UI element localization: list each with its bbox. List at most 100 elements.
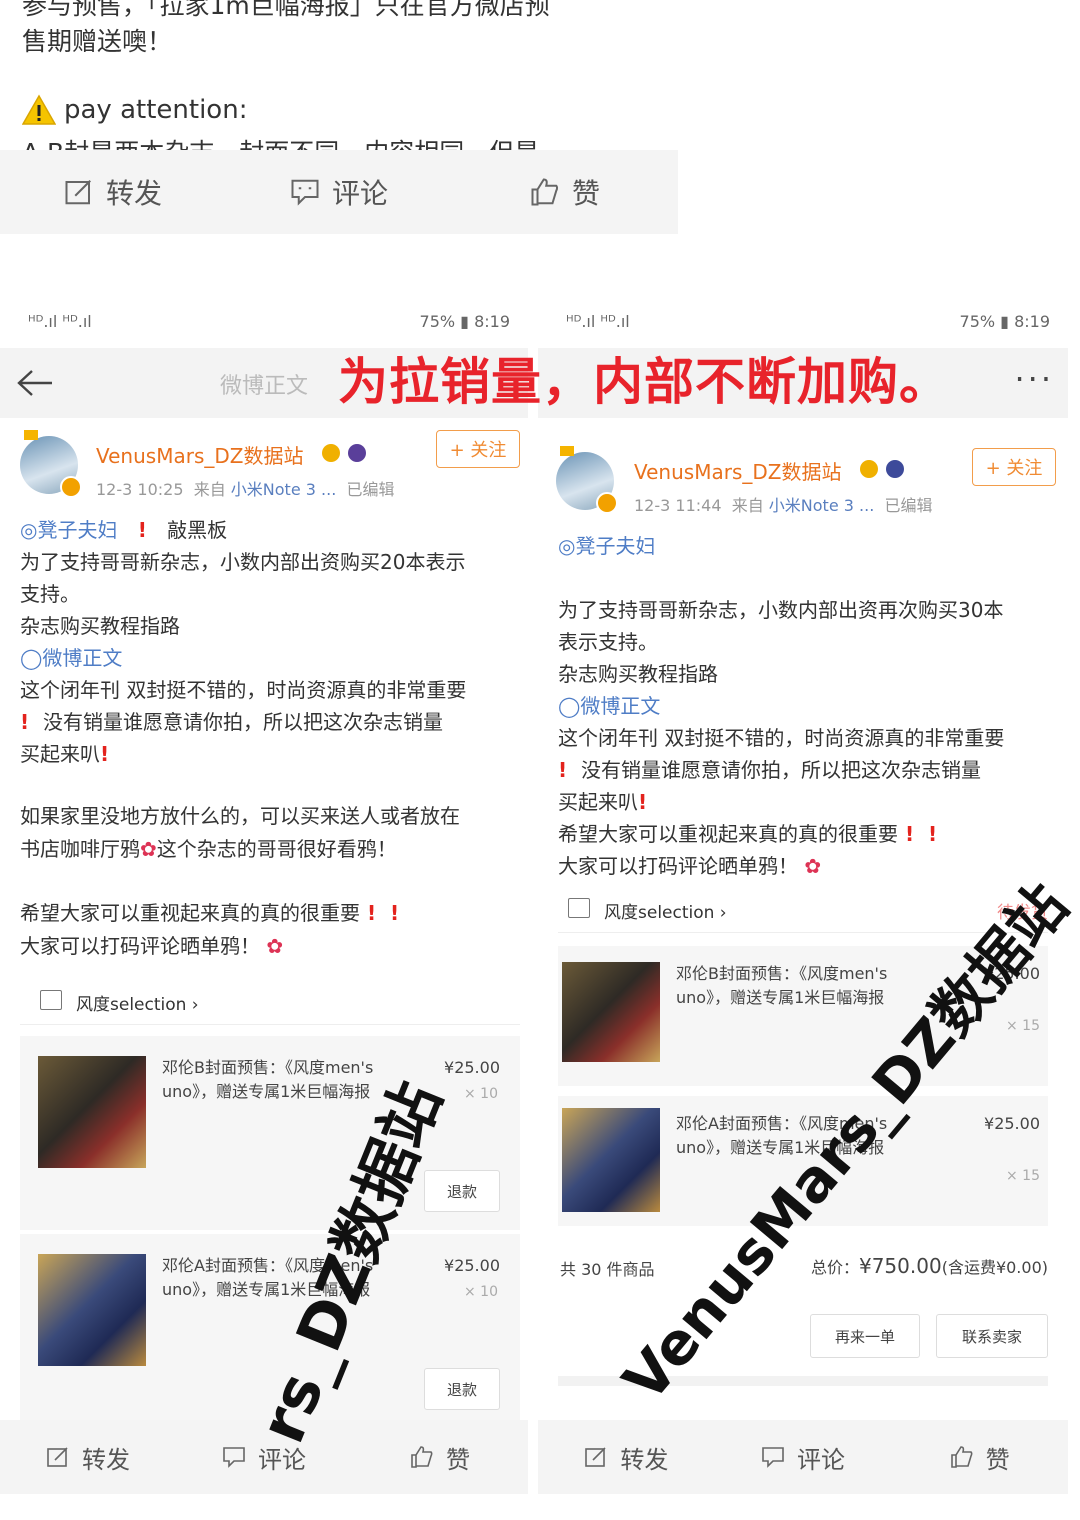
post-body-line: 这个闭年刊 双封挺不错的，时尚资源真的非常重要 <box>558 726 1005 750</box>
post-body-line: 大家可以打码评论晒单鸦！ ✿ <box>20 930 283 959</box>
post-body-line: ! 没有销量谁愿意请你拍，所以把这次杂志销量 <box>558 758 982 782</box>
product-qty: × 10 <box>464 1284 498 1300</box>
comment-button[interactable]: 评论 <box>715 1420 892 1494</box>
total-value: ¥750.00 <box>858 1254 942 1278</box>
post-body-line: 为了支持哥哥新杂志，小数内部出资购买20本表示 <box>20 550 466 574</box>
product-qty: × 15 <box>1006 1018 1040 1034</box>
comment-icon <box>762 1447 784 1468</box>
contact-seller-button[interactable]: 联系卖家 <box>936 1314 1048 1358</box>
product-image <box>38 1254 146 1366</box>
total-note: (含运费¥0.00) <box>941 1258 1048 1277</box>
post-body-text: 买起来叭 <box>20 742 100 766</box>
buy-again-button[interactable]: 再来一单 <box>810 1314 920 1358</box>
signal-indicator: ᴴᴰ.ıl ᴴᴰ.ıl <box>566 312 630 331</box>
post-time: 12-3 10:25 <box>96 480 184 499</box>
like-label: 赞 <box>446 1445 470 1474</box>
shop-name: 风度selection › <box>76 995 199 1015</box>
post-body-text: 希望大家可以重视起来真的真的很重要 <box>558 822 898 846</box>
vip-icon <box>860 460 878 478</box>
repost-button[interactable]: 转发 <box>0 1420 176 1494</box>
post-source[interactable]: 小米Note 3 ... <box>231 480 337 499</box>
red-annotation: 为拉销量，内部不断加购。 <box>338 353 950 411</box>
username[interactable]: VenusMars_DZ数据站 <box>96 440 303 469</box>
post-meta: 12-3 11:44 来自 小米Note 3 ... 已编辑 <box>634 492 932 516</box>
comment-icon <box>223 1447 245 1468</box>
location-tag[interactable]: ◎凳子夫妇 <box>20 518 117 542</box>
post-time: 12-3 11:44 <box>634 496 722 515</box>
attention-row: pay attention: <box>22 94 247 126</box>
post-body-line: ! 没有销量谁愿意请你拍，所以把这次杂志销量 <box>20 710 444 734</box>
left-screenshot: ᴴᴰ.ıl ᴴᴰ.ıl 75% ▮ 8:19 微博正文 VenusMars_DZ… <box>0 300 528 1420</box>
top-post-text-line1: 参与预售，「拉家1m巨幅海报」只在官方微店预 <box>22 0 550 20</box>
post-source[interactable]: 小米Note 3 ... <box>769 496 875 515</box>
comment-button[interactable]: 评论 <box>226 150 452 234</box>
post-body-text: 希望大家可以重视起来真的真的很重要 <box>20 901 360 925</box>
shop-name: 风度selection › <box>604 903 727 923</box>
crown-icon <box>24 430 38 440</box>
comment-label: 评论 <box>331 177 388 210</box>
refund-button[interactable]: 退款 <box>424 1170 500 1212</box>
weibo-article-link[interactable]: ◯微博正文 <box>20 642 122 671</box>
total-label: 总价： <box>810 1258 859 1277</box>
weibo-article-link[interactable]: ◯微博正文 <box>558 690 660 719</box>
like-label: 赞 <box>571 177 600 210</box>
post-body-text: 书店咖啡厅鸦 <box>20 837 140 861</box>
vip-icon <box>322 444 340 462</box>
battery-time: 75% ▮ 8:19 <box>419 312 510 331</box>
crown-icon <box>560 446 574 456</box>
product-image <box>38 1056 146 1168</box>
post-body-line: 杂志购买教程指路 <box>558 662 718 686</box>
order-total: 总价：¥750.00(含运费¥0.00) <box>811 1254 1048 1278</box>
repost-icon <box>47 1447 68 1467</box>
more-icon[interactable]: ··· <box>1014 360 1054 398</box>
follow-button[interactable]: + 关注 <box>972 448 1056 486</box>
shop-header[interactable]: 风度selection › <box>20 978 520 1025</box>
thumbs-up-icon <box>950 1446 973 1468</box>
product-qty: × 10 <box>464 1086 498 1102</box>
comment-label: 评论 <box>797 1445 845 1474</box>
nav-title: 微博正文 <box>220 374 309 399</box>
post-body-text: 这个杂志的哥哥很好看鸦！ <box>156 837 397 861</box>
like-button[interactable]: 赞 <box>352 1420 528 1494</box>
attention-text: pay attention: <box>64 95 248 125</box>
repost-button[interactable]: 转发 <box>0 150 226 234</box>
product-qty: × 15 <box>1006 1168 1040 1184</box>
post-body-line: 买起来叭! <box>20 742 110 766</box>
refund-button[interactable]: 退款 <box>424 1368 500 1410</box>
product-price: ¥25.00 <box>444 1058 500 1077</box>
repost-label: 转发 <box>620 1445 669 1474</box>
post-body-text: 大家可以打码评论晒单鸦！ <box>558 854 798 878</box>
right-screenshot: ᴴᴰ.ıl ᴴᴰ.ıl 75% ▮ 8:19 ··· VenusMars_DZ数… <box>538 300 1068 1420</box>
like-button[interactable]: 赞 <box>452 150 678 234</box>
location-tag[interactable]: ◎凳子夫妇 <box>558 530 655 559</box>
username[interactable]: VenusMars_DZ数据站 <box>634 456 841 485</box>
repost-icon <box>65 180 91 205</box>
post-body-line: 大家可以打码评论晒单鸦！ ✿ <box>558 850 821 879</box>
product-price: ¥25.00 <box>444 1256 500 1275</box>
repost-button[interactable]: 转发 <box>538 1420 715 1494</box>
post-body-line: 希望大家可以重视起来真的真的很重要 ! ! <box>558 822 938 846</box>
repost-label: 转发 <box>105 177 162 210</box>
from-label: 来自 <box>193 480 226 499</box>
repost-icon <box>585 1447 606 1467</box>
like-button[interactable]: 赞 <box>891 1420 1068 1494</box>
back-arrow-icon[interactable] <box>16 368 54 398</box>
post-body-text: 大家可以打码评论晒单鸦！ <box>20 934 260 958</box>
post-tag-line: ◎凳子夫妇 ! 敲黑板 <box>20 518 228 542</box>
total-count: 共 30 件商品 <box>560 1260 655 1279</box>
product-image <box>562 1108 660 1212</box>
edited-label: 已编辑 <box>884 496 933 515</box>
post-body-line: 表示支持。 <box>558 630 658 654</box>
follow-button[interactable]: + 关注 <box>436 430 520 468</box>
edited-label: 已编辑 <box>346 480 395 499</box>
store-icon <box>40 990 62 1010</box>
verified-badge-icon <box>60 476 82 498</box>
post-body-line: 如果家里没地方放什么的，可以买来送人或者放在 <box>20 804 460 828</box>
right-action-bar: 转发 评论 赞 <box>538 1420 1068 1494</box>
post-body-line: 希望大家可以重视起来真的真的很重要 ! ! <box>20 901 400 925</box>
tag-text: 敲黑板 <box>167 518 228 542</box>
product-title: 邓伦B封面预售：《风度men's uno》，赠送专属1米巨幅海报 <box>162 1058 374 1101</box>
like-label: 赞 <box>985 1445 1010 1474</box>
warning-icon <box>22 94 56 125</box>
emoji-icon: ✿ <box>260 934 284 958</box>
